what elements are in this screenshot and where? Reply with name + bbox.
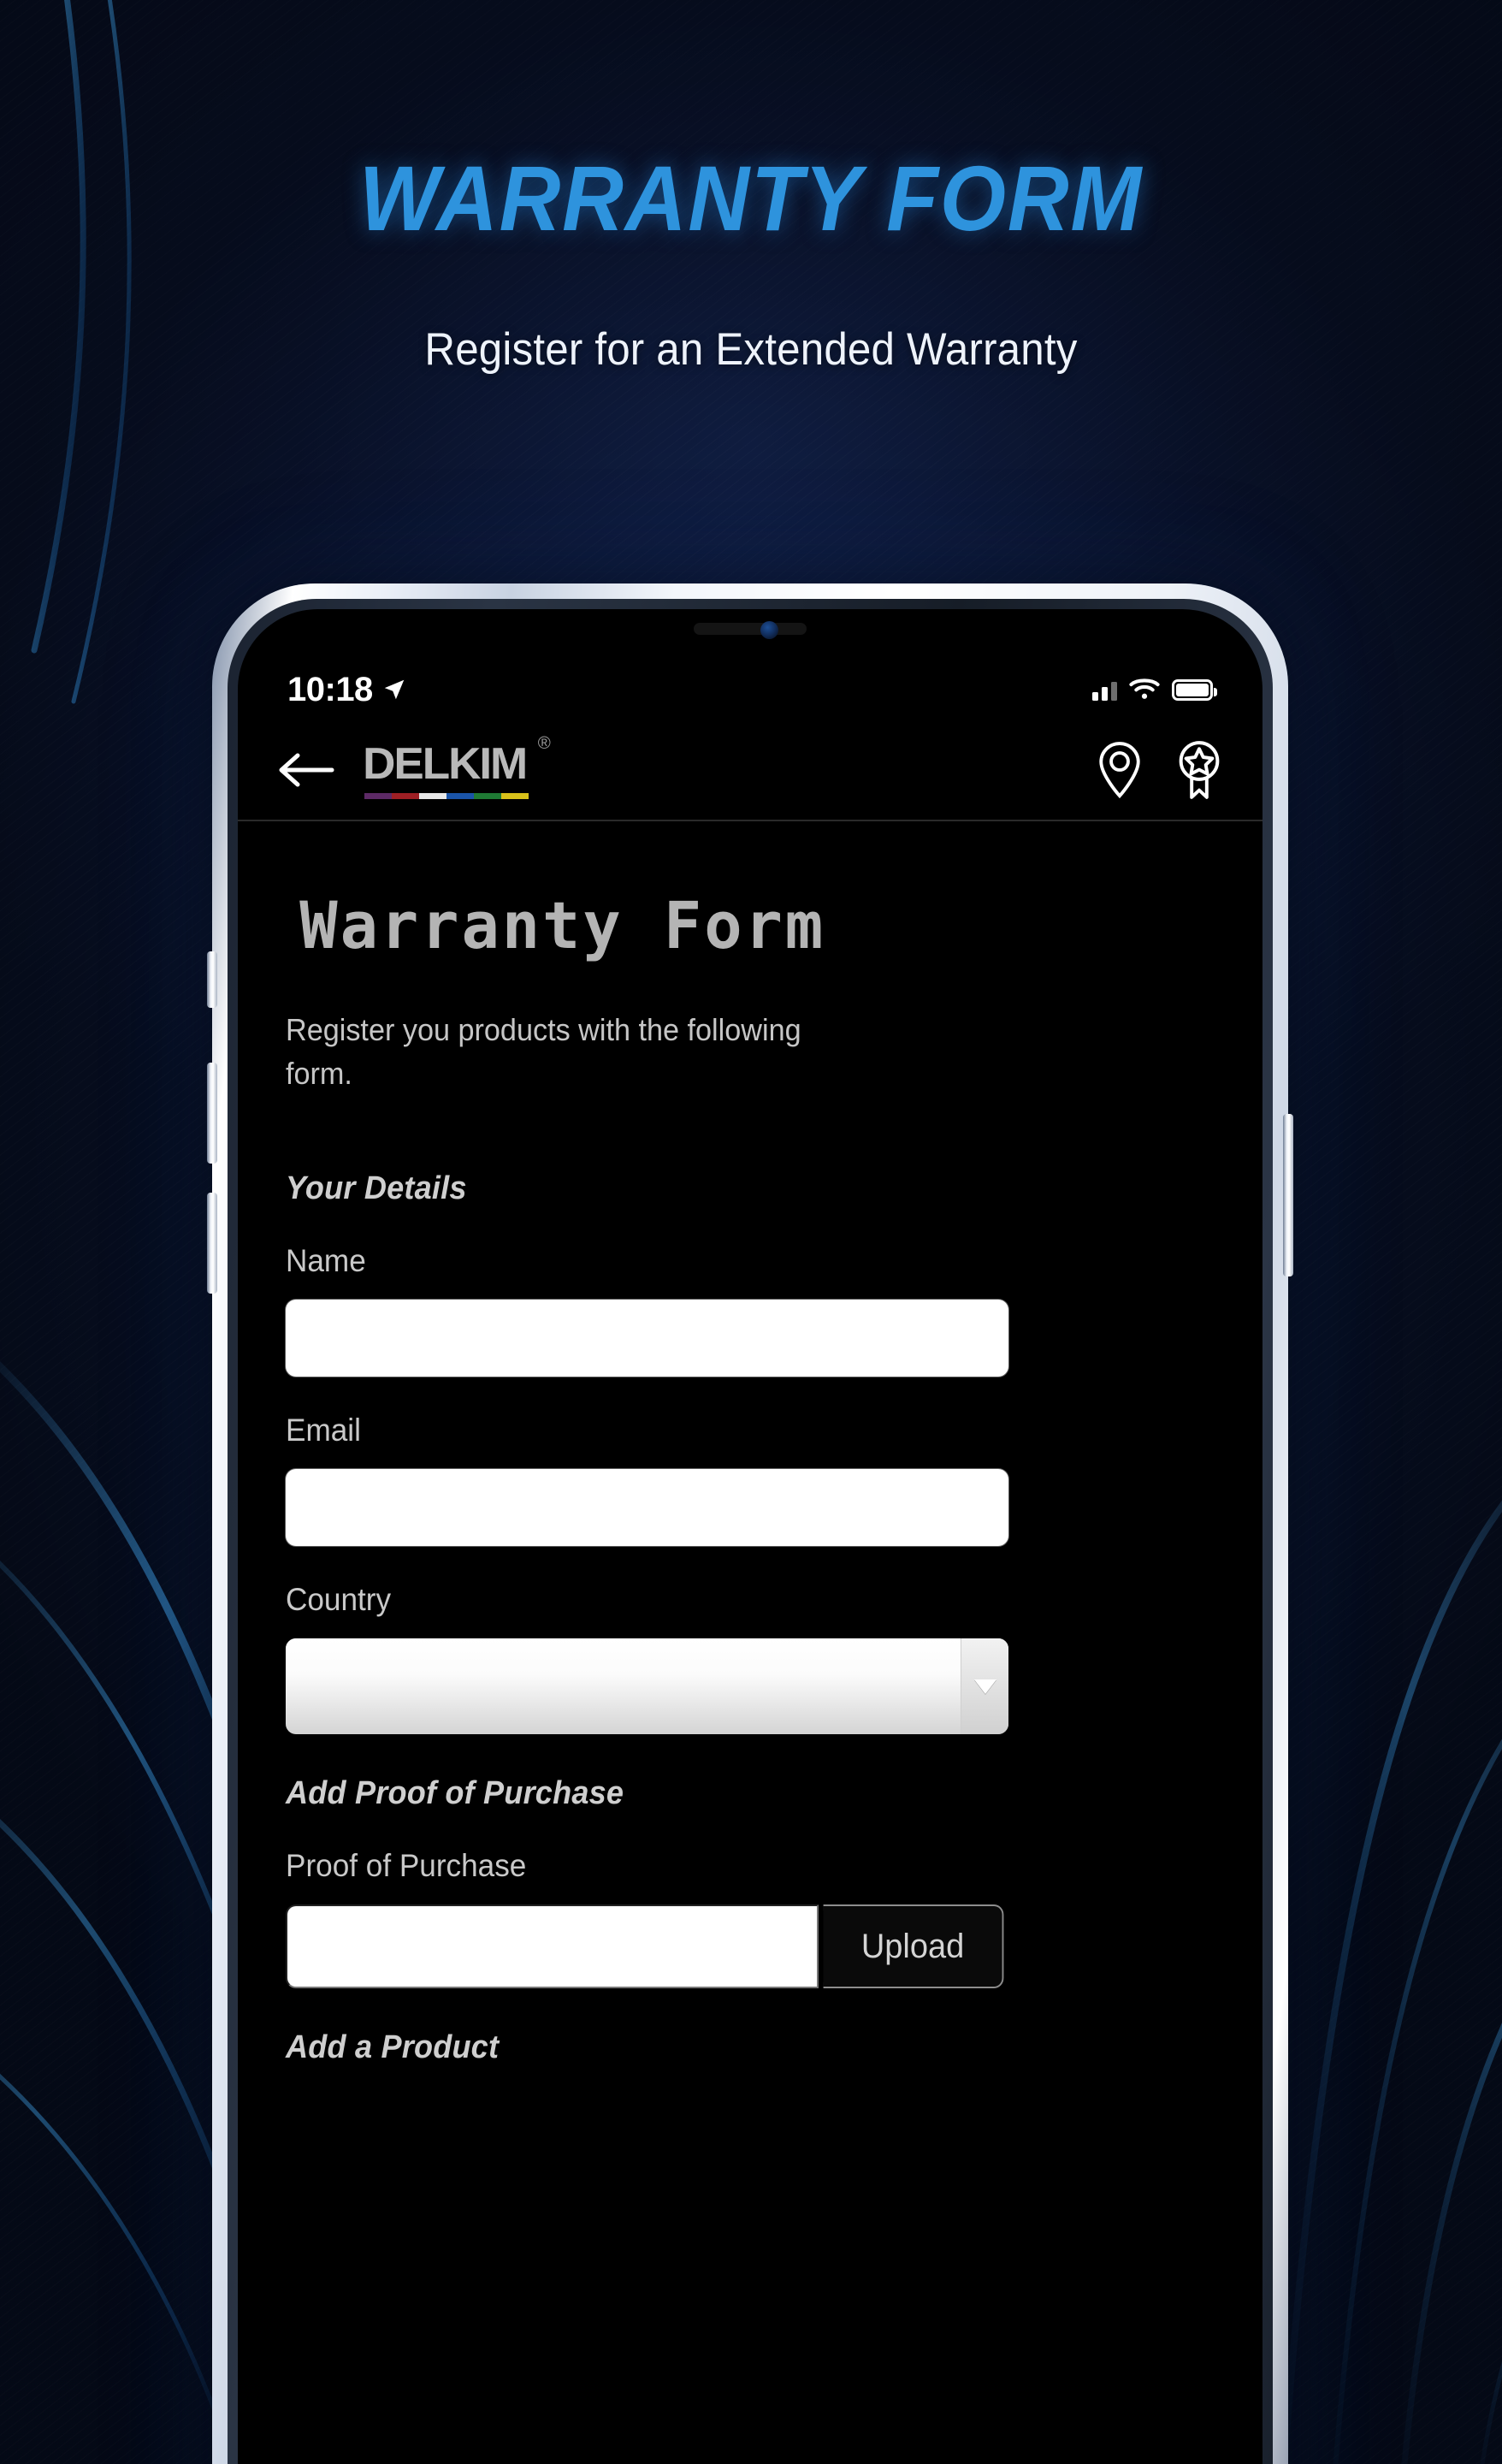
name-input[interactable] bbox=[286, 1300, 1008, 1377]
phone-screen: 10:18 DELKIM ® Warranty Form Register yo… bbox=[238, 609, 1263, 2464]
email-input[interactable] bbox=[286, 1469, 1008, 1547]
country-select-arrow-button[interactable] bbox=[961, 1638, 1008, 1735]
phone-volume-down-button[interactable] bbox=[207, 1193, 217, 1294]
brand-trademark: ® bbox=[537, 733, 551, 753]
proof-of-purchase-input[interactable] bbox=[286, 1904, 819, 1989]
upload-button[interactable]: Upload bbox=[823, 1904, 1004, 1989]
front-camera bbox=[760, 621, 778, 639]
promo-screenshot: WARRANTY FORM Register for an Extended W… bbox=[0, 0, 1502, 2464]
promo-subtitle: Register for an Extended Warranty bbox=[424, 324, 1078, 375]
brand-color-bar bbox=[364, 792, 529, 799]
section-heading-your-details: Your Details bbox=[286, 1170, 467, 1207]
app-header: DELKIM ® bbox=[238, 720, 1263, 821]
country-field-label: Country bbox=[286, 1582, 392, 1618]
email-field-label: Email bbox=[286, 1413, 361, 1448]
proof-of-purchase-field-label: Proof of Purchase bbox=[286, 1848, 527, 1884]
header-actions bbox=[1095, 739, 1225, 801]
battery-full-icon bbox=[1172, 678, 1217, 701]
earpiece-speaker bbox=[694, 623, 807, 635]
brand-wordmark: DELKIM ® bbox=[363, 733, 551, 789]
map-pin-icon[interactable] bbox=[1095, 740, 1144, 800]
award-star-icon[interactable] bbox=[1174, 739, 1225, 801]
wifi-icon bbox=[1129, 678, 1160, 699]
section-heading-proof-of-purchase: Add Proof of Purchase bbox=[286, 1775, 624, 1812]
status-time-label: 10:18 bbox=[287, 670, 373, 708]
status-bar-right bbox=[1092, 678, 1217, 702]
status-bar: 10:18 bbox=[238, 659, 1263, 720]
app-content: Warranty Form Register you products with… bbox=[238, 821, 1263, 2464]
location-arrow-icon bbox=[384, 679, 405, 700]
phone-power-button[interactable] bbox=[1283, 1114, 1293, 1276]
page-description: Register you products with the following… bbox=[286, 1012, 801, 1092]
phone-volume-up-button[interactable] bbox=[207, 1063, 217, 1164]
brand-logo[interactable]: DELKIM ® bbox=[363, 733, 551, 799]
chevron-down-icon bbox=[973, 1679, 996, 1694]
phone-mute-switch[interactable] bbox=[207, 951, 217, 1008]
proof-of-purchase-upload-row: Upload bbox=[286, 1904, 1008, 1989]
promo-title: WARRANTY FORM bbox=[358, 146, 1144, 250]
page-title: Warranty Form bbox=[299, 887, 826, 963]
name-field-label: Name bbox=[286, 1243, 366, 1279]
status-bar-left: 10:18 bbox=[287, 671, 407, 709]
cellular-bars-icon bbox=[1092, 678, 1117, 701]
country-select[interactable] bbox=[286, 1638, 1008, 1735]
section-heading-add-a-product: Add a Product bbox=[286, 2029, 500, 2066]
back-arrow-icon[interactable] bbox=[275, 750, 335, 790]
phone-mockup: 10:18 DELKIM ® Warranty Form Register yo… bbox=[207, 583, 1293, 2464]
